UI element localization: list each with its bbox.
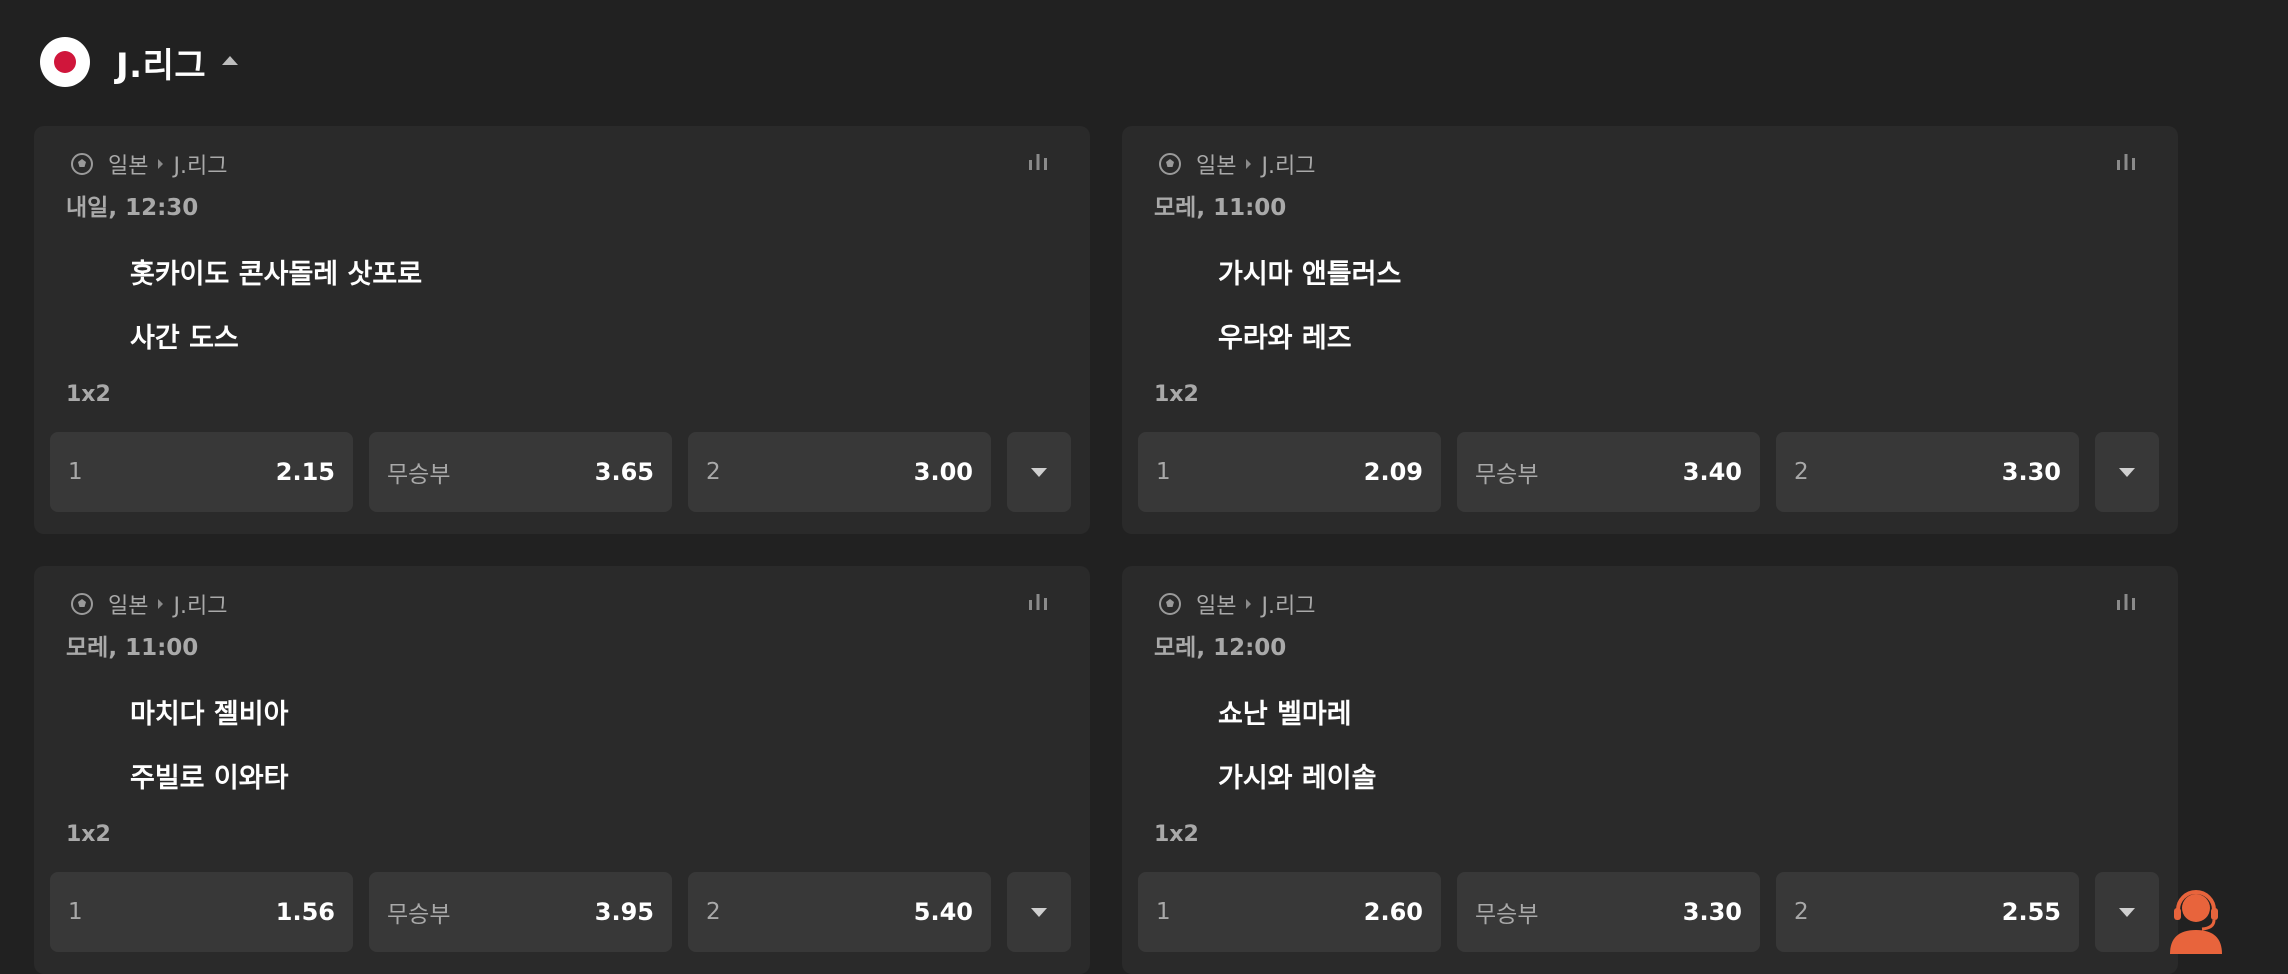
odd-label: 2 — [706, 899, 721, 925]
breadcrumb-country[interactable]: 일본 — [108, 588, 148, 620]
odd-button-home[interactable]: 1 2.60 — [1138, 872, 1441, 952]
odd-value: 2.09 — [1363, 458, 1423, 486]
more-markets-button[interactable] — [2095, 432, 2159, 512]
support-agent-icon[interactable] — [2164, 882, 2228, 954]
breadcrumb-country[interactable]: 일본 — [1196, 148, 1236, 180]
odd-label: 1 — [68, 899, 83, 925]
match-time: 모레, 11:00 — [1154, 195, 1287, 221]
more-markets-button[interactable] — [2095, 872, 2159, 952]
league-title: J.리그 — [116, 45, 207, 86]
odd-button-home[interactable]: 1 1.56 — [50, 872, 353, 952]
breadcrumb-separator-icon — [158, 159, 164, 169]
odd-value: 3.30 — [2001, 458, 2061, 486]
japan-flag-icon — [40, 37, 90, 87]
more-markets-button[interactable] — [1007, 872, 1071, 952]
odd-value: 3.00 — [913, 458, 973, 486]
collapse-caret-icon[interactable] — [222, 55, 239, 65]
breadcrumb-league[interactable]: J.리그 — [173, 148, 227, 180]
odd-button-draw[interactable]: 무승부 3.40 — [1457, 432, 1760, 512]
breadcrumb: 일본 J.리그 — [70, 586, 227, 622]
match-card[interactable]: 일본 J.리그 모레, 11:00 가시마 앤틀러스 우라와 레즈 1x2 12… — [1122, 126, 2178, 534]
odd-value: 1.56 — [275, 898, 335, 926]
match-card[interactable]: 일본 J.리그 모레, 12:00 쇼난 벨마레 가시와 레이솔 1x2 1 2.… — [1122, 566, 2178, 974]
breadcrumb-league[interactable]: J.리그 — [173, 588, 227, 620]
league-header[interactable]: J.리그 — [40, 36, 239, 88]
odd-value: 5.40 — [913, 898, 973, 926]
odd-value: 2.55 — [2001, 898, 2061, 926]
soccer-ball-icon — [1159, 153, 1181, 175]
odd-value: 3.65 — [594, 458, 654, 486]
odd-label: 2 — [1794, 899, 1809, 925]
breadcrumb-country[interactable]: 일본 — [108, 148, 148, 180]
breadcrumb: 일본 J.리그 — [70, 146, 227, 182]
home-team[interactable]: 홋카이도 콘사돌레 삿포로 — [130, 252, 422, 291]
market-label: 1x2 — [66, 382, 111, 407]
odd-button-away[interactable]: 2 3.30 — [1776, 432, 2079, 512]
chevron-down-icon — [1031, 907, 1047, 917]
odd-button-home[interactable]: 1 2.09 — [1138, 432, 1441, 512]
match-time: 모레, 11:00 — [66, 635, 199, 661]
soccer-ball-icon — [71, 153, 93, 175]
odd-button-draw[interactable]: 무승부 3.30 — [1457, 872, 1760, 952]
breadcrumb-league[interactable]: J.리그 — [1261, 148, 1315, 180]
odd-value: 3.95 — [594, 898, 654, 926]
chevron-down-icon — [2119, 467, 2135, 477]
odd-label: 2 — [1794, 459, 1809, 485]
more-markets-button[interactable] — [1007, 432, 1071, 512]
odd-label: 1 — [68, 459, 83, 485]
odd-label: 무승부 — [387, 462, 451, 488]
odd-value: 3.40 — [1682, 458, 1742, 486]
breadcrumb-separator-icon — [1246, 159, 1252, 169]
odd-label: 2 — [706, 459, 721, 485]
match-card[interactable]: 일본 J.리그 내일, 12:30 홋카이도 콘사돌레 삿포로 사간 도스 1x… — [34, 126, 1090, 534]
odd-value: 2.15 — [275, 458, 335, 486]
odd-button-home[interactable]: 1 2.15 — [50, 432, 353, 512]
breadcrumb: 일본 J.리그 — [1158, 586, 1315, 622]
match-card[interactable]: 일본 J.리그 모레, 11:00 마치다 젤비아 주빌로 이와타 1x2 11… — [34, 566, 1090, 974]
odd-value: 3.30 — [1682, 898, 1742, 926]
breadcrumb: 일본 J.리그 — [1158, 146, 1315, 182]
away-team[interactable]: 사간 도스 — [130, 316, 239, 355]
stats-icon[interactable] — [2112, 588, 2140, 616]
soccer-ball-icon — [1159, 593, 1181, 615]
odd-label: 무승부 — [1475, 462, 1539, 488]
stats-icon[interactable] — [1024, 148, 1052, 176]
odd-button-away[interactable]: 2 3.00 — [688, 432, 991, 512]
breadcrumb-league[interactable]: J.리그 — [1261, 588, 1315, 620]
odd-label: 무승부 — [1475, 902, 1539, 928]
odd-label: 무승부 — [387, 902, 451, 928]
market-label: 1x2 — [1154, 822, 1199, 847]
chevron-down-icon — [1031, 467, 1047, 477]
odd-label: 1 — [1156, 899, 1171, 925]
match-time: 모레, 12:00 — [1154, 635, 1287, 661]
away-team[interactable]: 가시와 레이솔 — [1218, 756, 1376, 795]
home-team[interactable]: 쇼난 벨마레 — [1218, 692, 1352, 731]
odd-label: 1 — [1156, 459, 1171, 485]
odds-row: 1 2.60 무승부 3.30 2 2.55 — [1138, 872, 2159, 952]
breadcrumb-separator-icon — [158, 599, 164, 609]
stats-icon[interactable] — [1024, 588, 1052, 616]
odds-row: 1 1.56 무승부 3.95 2 5.40 — [50, 872, 1071, 952]
odd-button-draw[interactable]: 무승부 3.95 — [369, 872, 672, 952]
stats-icon[interactable] — [2112, 148, 2140, 176]
away-team[interactable]: 우라와 레즈 — [1218, 316, 1352, 355]
market-label: 1x2 — [66, 822, 111, 847]
soccer-ball-icon — [71, 593, 93, 615]
match-time: 내일, 12:30 — [66, 195, 199, 221]
odds-row: 1 2.09 무승부 3.40 2 3.30 — [1138, 432, 2159, 512]
chevron-down-icon — [2119, 907, 2135, 917]
home-team[interactable]: 가시마 앤틀러스 — [1218, 252, 1401, 291]
away-team[interactable]: 주빌로 이와타 — [130, 756, 288, 795]
odd-button-away[interactable]: 2 2.55 — [1776, 872, 2079, 952]
home-team[interactable]: 마치다 젤비아 — [130, 692, 288, 731]
breadcrumb-country[interactable]: 일본 — [1196, 588, 1236, 620]
odd-value: 2.60 — [1363, 898, 1423, 926]
odds-row: 1 2.15 무승부 3.65 2 3.00 — [50, 432, 1071, 512]
odd-button-draw[interactable]: 무승부 3.65 — [369, 432, 672, 512]
odd-button-away[interactable]: 2 5.40 — [688, 872, 991, 952]
breadcrumb-separator-icon — [1246, 599, 1252, 609]
market-label: 1x2 — [1154, 382, 1199, 407]
